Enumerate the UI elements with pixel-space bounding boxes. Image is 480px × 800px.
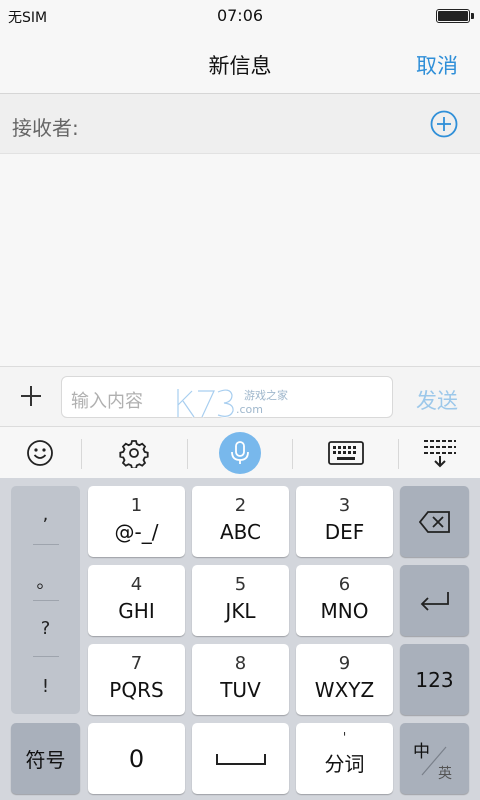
key-6[interactable]: 6 MNO: [296, 565, 393, 636]
key-0[interactable]: 0: [88, 723, 185, 794]
key-3[interactable]: 3 DEF: [296, 486, 393, 557]
segment-mark: ': [342, 731, 347, 746]
space-icon: [215, 753, 266, 765]
language-divider-icon: [421, 746, 447, 776]
punctuation-key[interactable]: 。: [11, 568, 80, 594]
microphone-icon: [219, 432, 261, 474]
send-button[interactable]: 发送: [416, 385, 458, 415]
key-letters: MNO: [320, 599, 369, 623]
keyboard-icon: [328, 441, 364, 465]
backspace-icon: [418, 510, 450, 533]
key-9[interactable]: 9 WXYZ: [296, 644, 393, 715]
number-mode-button[interactable]: 123: [400, 644, 469, 715]
key-1[interactable]: 1 @-_/: [88, 486, 185, 557]
watermark-logo: 游戏之家 .com: [176, 388, 288, 418]
cancel-button[interactable]: 取消: [416, 50, 458, 80]
punctuation-key[interactable]: !: [11, 676, 80, 697]
language-switch-button[interactable]: 中 英: [400, 723, 469, 794]
key-number: 0: [128, 744, 145, 773]
settings-button[interactable]: [94, 427, 174, 479]
collapse-keyboard-icon: [424, 440, 456, 468]
nav-bar: 新信息 取消: [0, 32, 480, 94]
key-letters: WXYZ: [314, 678, 375, 702]
key-number: 8: [234, 653, 247, 674]
punctuation-key[interactable]: ,: [11, 504, 80, 525]
key-letters: ABC: [219, 520, 261, 544]
segment-button[interactable]: ' 分词: [296, 723, 393, 794]
key-8[interactable]: 8 TUV: [192, 644, 289, 715]
page-title: 新信息: [208, 54, 272, 78]
status-time: 07:06: [216, 6, 264, 25]
number-mode-label: 123: [415, 667, 454, 692]
emoji-icon: [27, 440, 53, 466]
voice-input-button[interactable]: [200, 427, 280, 479]
key-letters: DEF: [324, 520, 365, 544]
backspace-button[interactable]: [400, 486, 469, 557]
recipient-label: 接收者:: [12, 116, 79, 140]
key-number: 9: [338, 653, 351, 674]
segment-label: 分词: [324, 752, 365, 776]
gear-icon: [119, 440, 149, 468]
add-recipient-icon[interactable]: [430, 110, 458, 138]
enter-button[interactable]: [400, 565, 469, 636]
key-letters: TUV: [220, 678, 261, 702]
key-number: 7: [130, 653, 143, 674]
key-letters: GHI: [118, 599, 155, 623]
svg-text:游戏之家: 游戏之家: [244, 388, 288, 402]
key-number: 5: [234, 574, 247, 595]
key-number: 3: [338, 495, 351, 516]
key-5[interactable]: 5 JKL: [192, 565, 289, 636]
message-placeholder: 输入内容: [71, 391, 143, 412]
key-number: 2: [234, 495, 247, 516]
return-icon: [420, 591, 449, 611]
message-area: [0, 154, 480, 366]
keyboard-toolbar: [0, 426, 480, 478]
recipient-row[interactable]: 接收者:: [0, 94, 480, 154]
key-number: 4: [130, 574, 143, 595]
punctuation-column[interactable]: , 。 ? !: [11, 486, 80, 714]
keyboard: , 。 ? ! 1 @-_/ 2 ABC 3 DEF 4 GHI 5 JKL 6…: [0, 478, 480, 800]
keyboard-switch-button[interactable]: [306, 427, 386, 479]
lang-en-label: 英: [438, 766, 452, 782]
symbols-button[interactable]: 符号: [11, 723, 80, 794]
key-number: 6: [338, 574, 351, 595]
emoji-button[interactable]: [0, 427, 80, 479]
collapse-keyboard-button[interactable]: [400, 427, 480, 479]
key-letters: PQRS: [109, 678, 164, 702]
key-letters: JKL: [225, 599, 256, 623]
key-letters: @-_/: [114, 520, 159, 544]
status-bar: 无SIM 07:06: [0, 0, 480, 32]
key-7[interactable]: 7 PQRS: [88, 644, 185, 715]
space-button[interactable]: [192, 723, 289, 794]
punctuation-key[interactable]: ?: [11, 618, 80, 639]
add-attachment-icon[interactable]: [18, 383, 44, 409]
key-4[interactable]: 4 GHI: [88, 565, 185, 636]
key-2[interactable]: 2 ABC: [192, 486, 289, 557]
battery-icon: [436, 9, 474, 23]
svg-text:.com: .com: [236, 403, 263, 416]
key-number: 1: [130, 495, 143, 516]
symbols-label: 符号: [25, 748, 66, 772]
